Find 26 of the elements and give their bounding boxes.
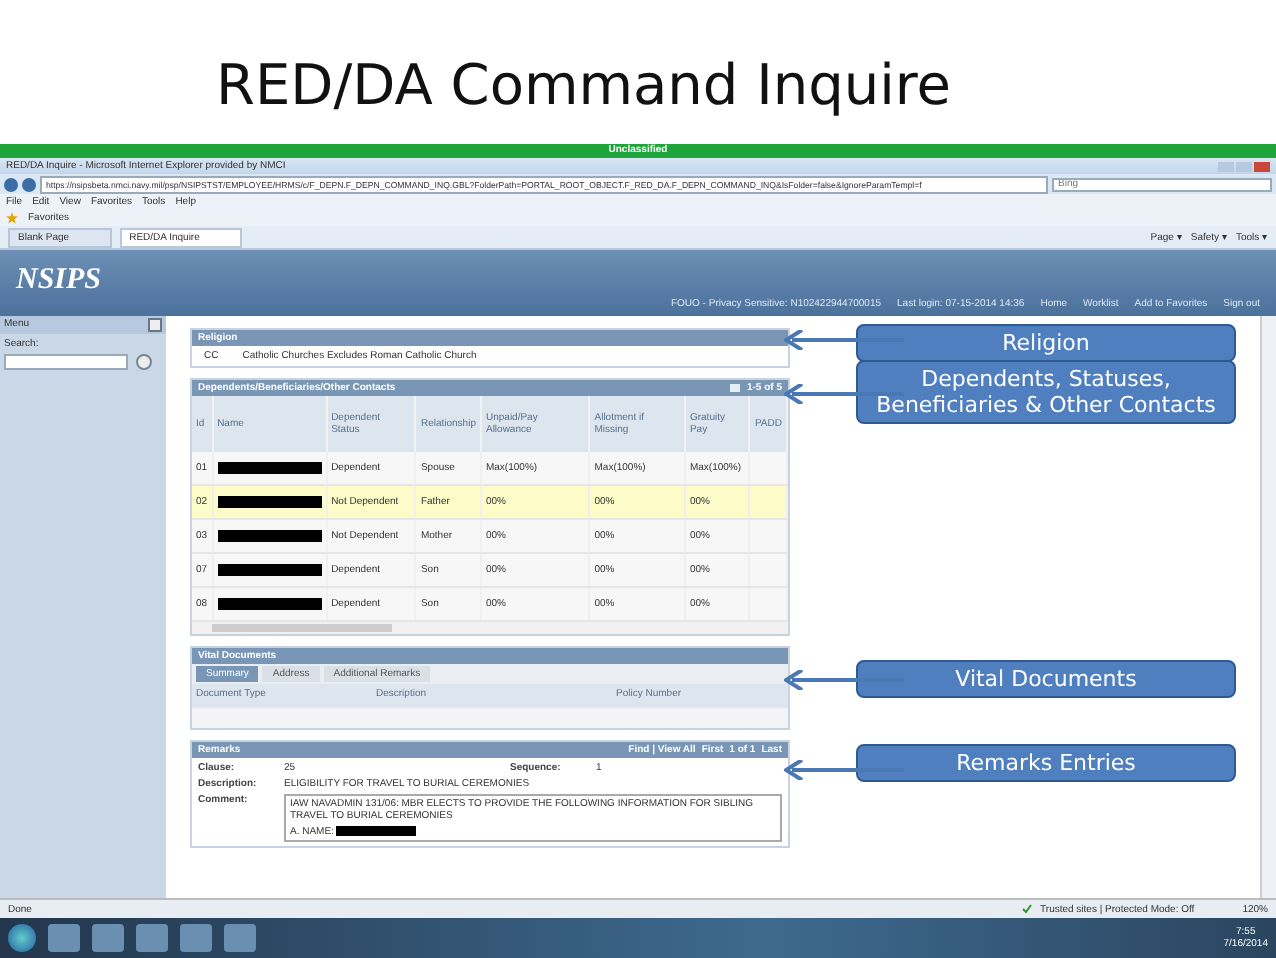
callout-label: Dependents, Statuses, Beneficiaries & Other Contacts [856,360,1236,424]
callout-label: Remarks Entries [856,744,1236,782]
vertical-scrollbar[interactable] [1260,316,1276,898]
menu-search-field[interactable] [4,354,128,370]
callout-label: Religion [856,324,1236,362]
back-icon[interactable] [4,177,18,191]
check-icon [1022,904,1033,914]
horizontal-scrollbar[interactable] [192,622,788,634]
callout-arrow [784,760,904,780]
taskbar-app-icon[interactable] [136,924,168,952]
logo: NSIPS [16,263,102,297]
window-controls-icon[interactable] [1218,161,1270,171]
star-icon [6,212,18,224]
start-button[interactable] [8,924,36,952]
collapse-icon[interactable] [148,318,162,332]
callout-arrow [784,330,904,350]
taskbar-app-icon[interactable] [180,924,212,952]
grid-icon[interactable] [730,384,741,392]
slide-title: RED/DA Command Inquire [214,50,953,122]
taskbar-app-icon[interactable] [224,924,256,952]
callout-label: Vital Documents [856,660,1236,698]
taskbar-app-icon[interactable] [92,924,124,952]
callout-arrow [784,670,904,690]
search-go-icon[interactable] [136,354,152,370]
taskbar-app-icon[interactable] [48,924,80,952]
forward-icon[interactable] [22,177,36,191]
